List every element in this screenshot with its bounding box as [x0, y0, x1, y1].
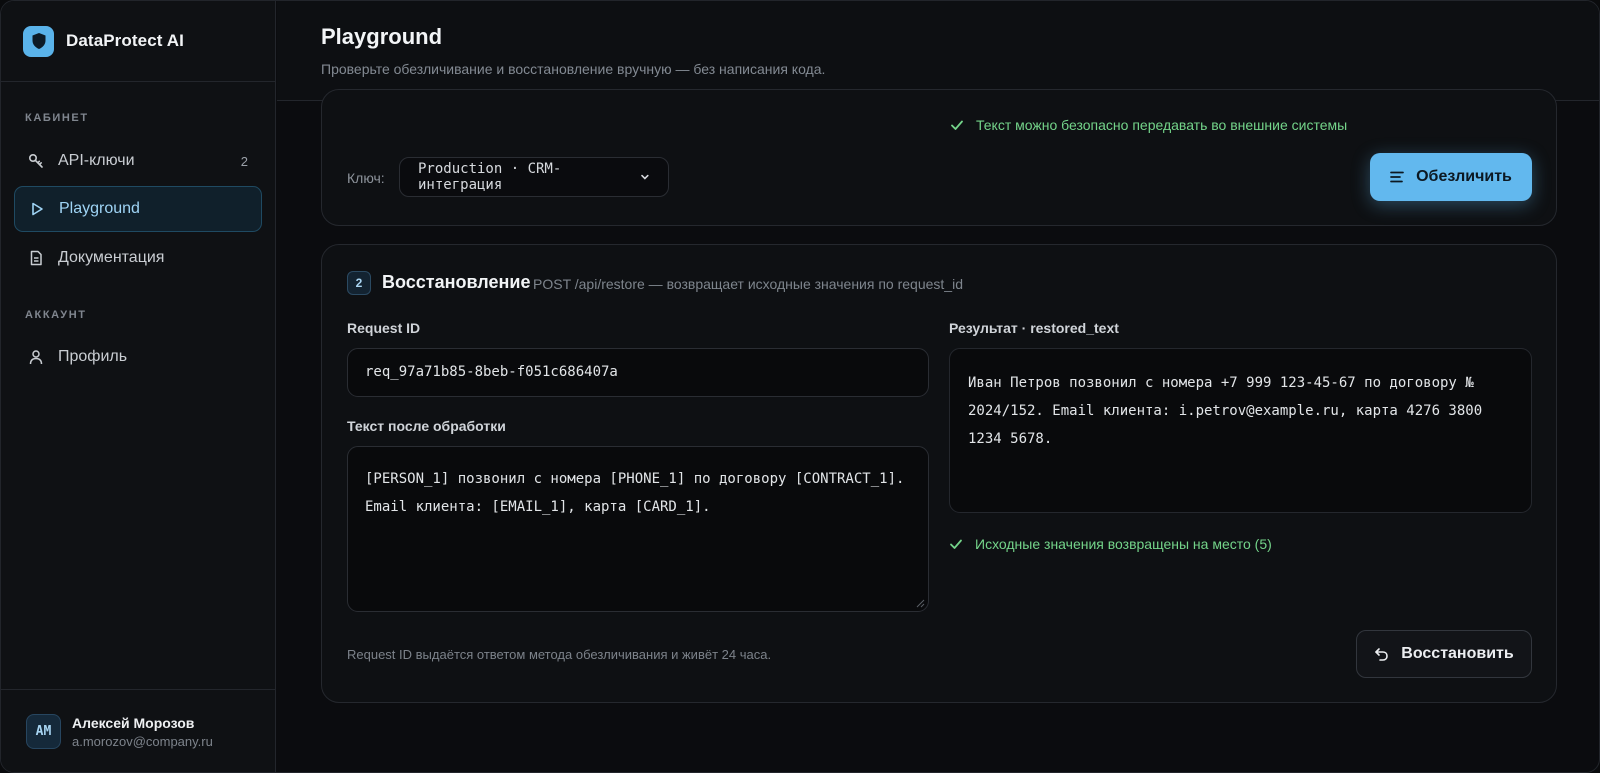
request-id-footnote: Request ID выдаётся ответом метода обезл… — [347, 647, 772, 662]
sidebar-item-label: Профиль — [58, 348, 128, 365]
processed-text-label: Текст после обработки — [347, 418, 506, 434]
restore-status-text: Исходные значения возвращены на место (5… — [975, 536, 1272, 552]
page-title: Playground — [321, 24, 443, 49]
api-keys-count-badge: 2 — [240, 153, 248, 169]
anonymize-status: Текст можно безопасно передавать во внеш… — [950, 117, 1347, 133]
anonymize-button[interactable]: Обезличить — [1370, 153, 1532, 201]
key-select[interactable]: Production · CRM-интеграция — [399, 157, 669, 197]
play-icon — [29, 201, 45, 217]
section-label-cabinet: КАБИНЕТ — [25, 112, 89, 124]
key-select-value: Production · CRM-интеграция — [418, 161, 562, 193]
request-id-input[interactable]: req_97a71b85-8beb-f051c686407a — [347, 348, 929, 397]
user-name: Алексей Морозов — [72, 714, 195, 731]
sidebar-footer-divider — [1, 689, 276, 690]
user-email: a.morozov@company.ru — [72, 733, 213, 749]
restored-text-output: Иван Петров позвонил с номера +7 999 123… — [949, 348, 1532, 513]
restore-card: 2 Восстановление POST /api/restore — воз… — [321, 244, 1557, 703]
key-icon — [28, 153, 44, 169]
undo-icon — [1375, 647, 1389, 661]
resize-grip-icon[interactable] — [916, 599, 925, 608]
align-left-icon — [1390, 171, 1404, 183]
brand[interactable]: DataProtect AI — [23, 25, 184, 57]
page-subtitle: Проверьте обезличивание и восстановление… — [321, 61, 826, 77]
user-icon — [28, 349, 44, 365]
page-header: Playground Проверьте обезличивание и вос… — [277, 1, 1599, 101]
processed-text-area[interactable]: [PERSON_1] позвонил с номера [PHONE_1] п… — [347, 446, 929, 612]
app-name: DataProtect AI — [66, 31, 184, 50]
sidebar-item-label: Документация — [58, 249, 165, 266]
restore-status: Исходные значения возвращены на место (5… — [949, 536, 1272, 552]
shield-logo-icon — [23, 25, 54, 57]
chevron-down-icon — [641, 174, 649, 180]
section-hint: POST /api/restore — возвращает исходные … — [533, 276, 963, 292]
anonymize-button-label: Обезличить — [1416, 168, 1512, 185]
sidebar-item-playground[interactable]: Playground — [14, 186, 262, 232]
user-profile[interactable]: АМ Алексей Морозов a.morozov@company.ru — [26, 714, 213, 749]
restore-button[interactable]: Восстановить — [1356, 630, 1532, 678]
processed-text-value: [PERSON_1] позвонил с номера [PHONE_1] п… — [365, 471, 905, 515]
anonymize-card: Текст можно безопасно передавать во внеш… — [321, 89, 1557, 226]
app-window: DataProtect AI КАБИНЕТ API-ключи 2 Playg… — [0, 0, 1600, 773]
sidebar-item-documentation[interactable]: Документация — [14, 235, 262, 281]
sidebar-item-label: Playground — [59, 200, 140, 217]
result-label: Результат · restored_text — [949, 320, 1119, 336]
avatar: АМ — [26, 714, 61, 749]
sidebar-item-profile[interactable]: Профиль — [14, 334, 262, 380]
sidebar-divider — [1, 81, 276, 82]
check-icon — [951, 120, 963, 130]
sidebar-item-label: API-ключи — [58, 152, 135, 169]
check-icon — [950, 539, 962, 549]
request-id-label: Request ID — [347, 320, 421, 336]
section-title: Восстановление — [382, 272, 531, 292]
document-icon — [28, 250, 44, 266]
sidebar-item-api-keys[interactable]: API-ключи 2 — [14, 138, 262, 184]
restore-button-label: Восстановить — [1401, 645, 1514, 662]
step-badge: 2 — [347, 271, 371, 295]
anonymize-status-text: Текст можно безопасно передавать во внеш… — [976, 117, 1348, 133]
section-label-account: АККАУНТ — [25, 309, 87, 321]
sidebar: DataProtect AI КАБИНЕТ API-ключи 2 Playg… — [1, 1, 276, 772]
key-label: Ключ: — [347, 170, 385, 186]
